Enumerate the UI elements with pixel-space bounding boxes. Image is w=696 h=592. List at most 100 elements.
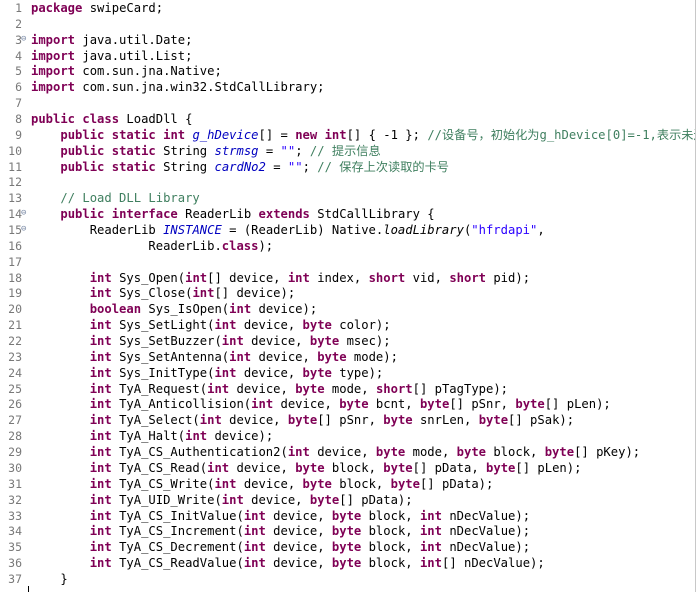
code-line[interactable]: 3 ⊖ import java.util.Date; <box>0 32 695 49</box>
keyword-token: byte <box>309 492 340 507</box>
code-line[interactable]: 16 ReaderLib.class); <box>0 238 695 255</box>
line-number: 30 <box>8 460 22 475</box>
string-token: "hfrdapi" <box>471 223 538 238</box>
code-line[interactable]: 35 int TyA_CS_Decrement(int device, byte… <box>0 540 695 556</box>
code-line[interactable]: 7 <box>0 96 695 112</box>
keyword-token: int <box>229 302 252 317</box>
line-number: 10 <box>8 143 22 158</box>
keyword-token: byte <box>295 460 325 475</box>
code-line[interactable]: 14 ⊖ public interface ReaderLib extends S… <box>0 207 695 223</box>
code-token: ; <box>295 143 303 158</box>
code-line[interactable]: 31 int TyA_CS_Write(int device, byte blo… <box>0 477 695 493</box>
keyword-token: static <box>111 159 156 174</box>
code-token: mode, <box>331 381 369 396</box>
line-number: 19 <box>8 286 22 301</box>
code-token: [] pData, <box>412 460 479 475</box>
keyword-token: int <box>419 524 442 539</box>
code-line[interactable]: 27 int TyA_Select(int device, byte[] pSn… <box>0 413 695 429</box>
code-token: [] pSnr, <box>449 397 509 412</box>
code-token: device, <box>251 334 303 349</box>
keyword-token: interface <box>111 207 178 222</box>
code-line[interactable]: 4 import java.util.List; <box>0 48 695 65</box>
comment-token: // 提示信息 <box>309 143 381 158</box>
code-line[interactable]: 29 int TyA_CS_Authentication2(int device… <box>0 445 695 461</box>
code-line[interactable]: 12 <box>0 175 695 191</box>
code-token: , <box>537 223 545 238</box>
code-line[interactable]: 28 int TyA_Halt(int device); <box>0 429 695 445</box>
code-line[interactable]: 5 import com.sun.jna.Native; <box>0 64 695 80</box>
keyword-token: package <box>31 1 83 15</box>
code-token: [] = <box>258 127 288 142</box>
code-line[interactable]: 1 package swipeCard; <box>0 1 695 17</box>
code-line[interactable]: 22 int Sys_SetBuzzer(int device, byte ms… <box>0 334 695 350</box>
code-text: } <box>31 572 67 588</box>
fold-toggle-icon[interactable]: ⊖ <box>21 33 29 46</box>
code-token: [] pTagType); <box>412 381 509 396</box>
code-line[interactable]: 36 int TyA_CS_ReadValue(int device, byte… <box>0 556 695 572</box>
code-line[interactable]: 11 public static String cardNo2 = ""; //… <box>0 159 695 176</box>
code-line[interactable]: 30 int TyA_CS_Read(int device, byte bloc… <box>0 460 695 477</box>
code-token: String <box>163 159 208 174</box>
keyword-token: byte <box>331 508 362 523</box>
keyword-token: int <box>251 397 274 412</box>
keyword-token: byte <box>317 349 347 364</box>
fold-toggle-icon[interactable]: ⊖ <box>21 223 29 236</box>
keyword-token: byte <box>544 445 575 460</box>
keyword-token: class <box>82 112 120 127</box>
code-line[interactable]: 21 int Sys_SetLight(int device, byte col… <box>0 318 695 334</box>
code-token: TyA_UID_Write( <box>119 492 222 507</box>
line-number: 15 <box>8 223 22 238</box>
keyword-token: short <box>368 270 406 285</box>
code-line[interactable]: 37 } <box>0 572 695 588</box>
code-token: mode, <box>412 445 450 460</box>
keyword-token: int <box>89 270 112 285</box>
line-number: 2 <box>15 16 22 31</box>
code-text: int Sys_InitType(int device, byte type); <box>31 366 384 382</box>
keyword-token: int <box>185 429 208 444</box>
code-token: device, <box>236 460 288 475</box>
keyword-token: int <box>89 460 112 475</box>
code-line[interactable]: 2 <box>0 16 695 33</box>
code-line[interactable]: 26 int TyA_Anticollision(int device, byt… <box>0 397 695 413</box>
code-token: TyA_CS_InitValue( <box>119 508 244 523</box>
line-number: 26 <box>8 397 22 412</box>
code-line[interactable]: 18 int Sys_Open(int[] device, int index,… <box>0 270 695 287</box>
code-line[interactable]: 15 ⊖ ReaderLib INSTANCE = (ReaderLib) Nat… <box>0 223 695 239</box>
code-line[interactable]: 32 int TyA_UID_Write(int device, byte[] … <box>0 492 695 509</box>
keyword-token: int <box>207 460 230 475</box>
keyword-token: int <box>185 270 208 285</box>
code-area[interactable]: 1 package swipeCard; 2 3 ⊖ import java.util.D… <box>0 1 695 588</box>
code-line[interactable]: 13 // Load DLL Library <box>0 191 695 207</box>
line-number: 24 <box>8 365 22 380</box>
code-editor[interactable]: 1 package swipeCard; 2 3 ⊖ import java.util.D… <box>0 0 696 592</box>
code-token: TyA_Anticollision( <box>119 397 252 412</box>
code-line[interactable]: 24 int Sys_InitType(int device, byte typ… <box>0 365 695 382</box>
code-token: ); <box>258 238 274 253</box>
line-number: 5 <box>15 64 22 79</box>
code-line[interactable]: 23 int Sys_SetAntenna(int device, byte m… <box>0 349 695 366</box>
keyword-token: byte <box>331 540 362 555</box>
code-line[interactable]: 8 public class LoadDll { <box>0 112 695 128</box>
code-line[interactable]: 6 import com.sun.jna.win32.StdCallLibrary… <box>0 80 695 96</box>
code-line[interactable]: 20 boolean Sys_IsOpen(int device); <box>0 302 695 318</box>
code-line[interactable]: 19 int Sys_Close(int[] device); <box>0 286 695 302</box>
code-token: [] pSak); <box>508 413 575 428</box>
code-line[interactable]: 10 public static String strmsg = ""; // … <box>0 143 695 160</box>
code-token: [] pLen); <box>544 397 611 412</box>
keyword-token: byte <box>419 397 450 412</box>
code-text: int TyA_Halt(int device); <box>31 429 273 445</box>
code-token: java.util.Date; <box>82 32 193 47</box>
fold-toggle-icon[interactable]: ⊖ <box>21 207 29 220</box>
keyword-token: import <box>31 48 76 63</box>
keyword-token: int <box>192 286 215 301</box>
code-token: device, <box>273 508 325 523</box>
code-line[interactable]: 25 int TyA_Request(int device, byte mode… <box>0 381 695 398</box>
keyword-token: int <box>89 540 112 555</box>
code-text: int TyA_CS_ReadValue(int device, byte bl… <box>31 556 545 572</box>
line-number: 3 <box>15 32 22 47</box>
code-line[interactable]: 34 int TyA_CS_Increment(int device, byte… <box>0 524 695 540</box>
code-line[interactable]: 9 public static int g_hDevice[] = new in… <box>0 127 695 144</box>
code-line[interactable]: 17 <box>0 255 695 271</box>
code-token: block, <box>368 524 413 539</box>
code-line[interactable]: 33 int TyA_CS_InitValue(int device, byte… <box>0 508 695 525</box>
